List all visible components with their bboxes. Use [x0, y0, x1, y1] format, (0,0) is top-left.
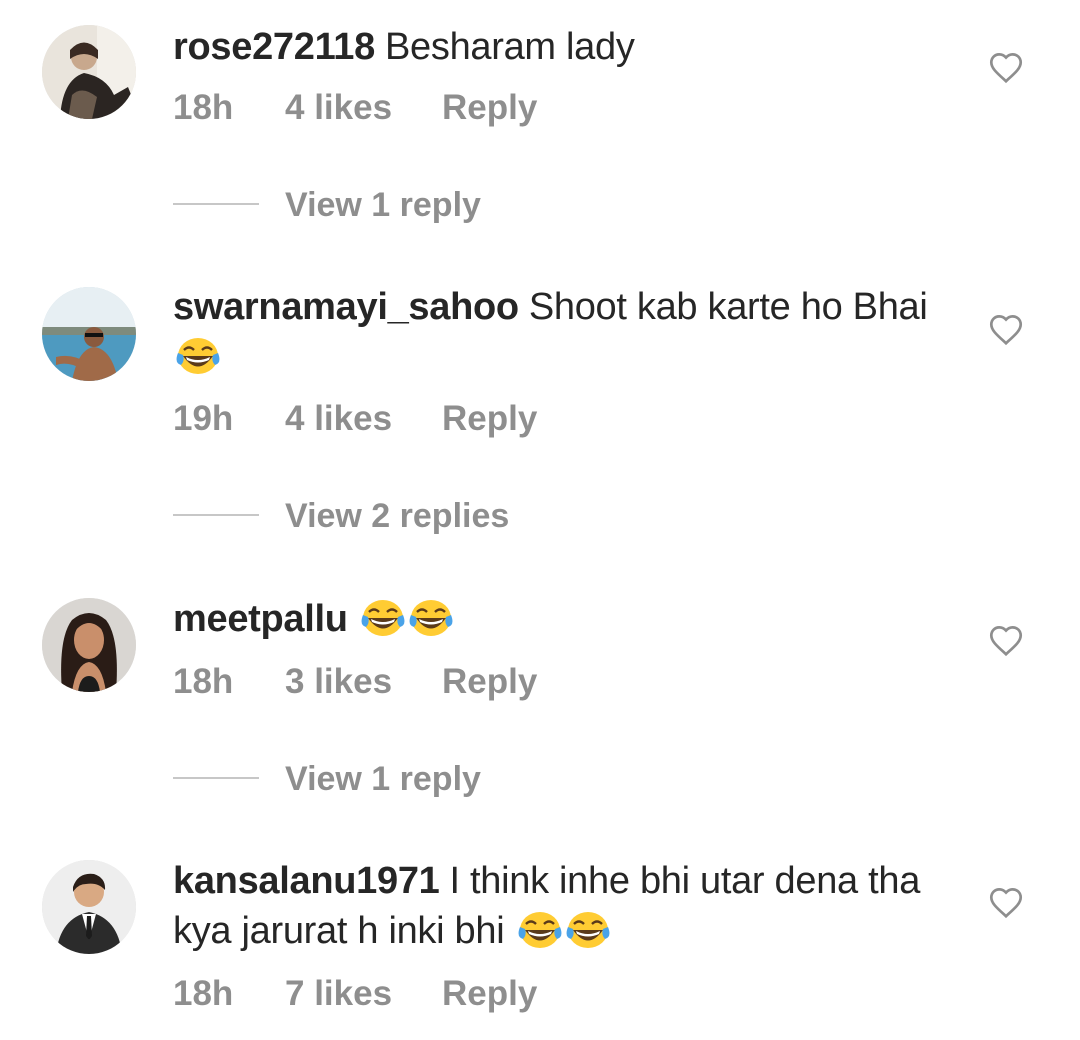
comment-meta: 18h 3 likes Reply	[173, 662, 537, 702]
comment-likes[interactable]: 4 likes	[285, 88, 442, 128]
comment-username[interactable]: meetpallu	[173, 598, 348, 640]
comment-likes[interactable]: 7 likes	[285, 974, 442, 1014]
avatar[interactable]	[42, 860, 136, 954]
comment-username[interactable]: rose272118	[173, 26, 375, 68]
replies-divider	[173, 203, 259, 206]
view-replies-label: View 1 reply	[285, 186, 481, 224]
view-replies-button[interactable]: View 1 reply	[173, 186, 481, 226]
view-replies-button[interactable]: View 2 replies	[173, 497, 509, 537]
avatar[interactable]	[42, 287, 136, 381]
reply-button[interactable]: Reply	[442, 399, 537, 439]
reply-button[interactable]: Reply	[442, 88, 537, 128]
comment-text: swarnamayi_sahoo Shoot kab karte ho Bhai	[173, 282, 933, 382]
replies-divider	[173, 777, 259, 780]
reply-button[interactable]: Reply	[442, 662, 537, 702]
heart-outline-icon[interactable]	[988, 312, 1024, 346]
face-with-tears-of-joy-emoji	[361, 600, 405, 636]
comment-username[interactable]: swarnamayi_sahoo	[173, 286, 519, 328]
comment-likes[interactable]: 3 likes	[285, 662, 442, 702]
comment-username[interactable]: kansalanu1971	[173, 860, 440, 902]
heart-outline-icon[interactable]	[988, 50, 1024, 84]
comment-time: 18h	[173, 974, 234, 1013]
comment-likes[interactable]: 4 likes	[285, 399, 442, 439]
view-replies-button[interactable]: View 1 reply	[173, 760, 481, 800]
avatar[interactable]	[42, 598, 136, 692]
view-replies-label: View 1 reply	[285, 760, 481, 798]
comment-meta: 18h 4 likes Reply	[173, 88, 537, 128]
face-with-tears-of-joy-emoji	[176, 338, 220, 374]
reply-button[interactable]: Reply	[442, 974, 537, 1014]
comment-time: 18h	[173, 662, 234, 701]
face-with-tears-of-joy-emoji	[518, 912, 562, 948]
replies-divider	[173, 514, 259, 517]
heart-outline-icon[interactable]	[988, 885, 1024, 919]
heart-outline-icon[interactable]	[988, 623, 1024, 657]
comment-text: meetpallu	[173, 594, 933, 644]
view-replies-label: View 2 replies	[285, 497, 510, 535]
comment-meta: 19h 4 likes Reply	[173, 399, 537, 439]
avatar[interactable]	[42, 25, 136, 119]
comment-time: 19h	[173, 399, 234, 438]
face-with-tears-of-joy-emoji	[409, 600, 453, 636]
comment-body: Besharam lady	[384, 26, 635, 68]
comment-text: kansalanu1971 I think inhe bhi utar dena …	[173, 856, 933, 956]
comment-body: Shoot kab karte ho Bhai	[528, 286, 928, 328]
face-with-tears-of-joy-emoji	[566, 912, 610, 948]
comment-meta: 18h 7 likes Reply	[173, 974, 537, 1014]
comment-text: rose272118 Besharam lady	[173, 22, 933, 72]
comment-time: 18h	[173, 88, 234, 127]
